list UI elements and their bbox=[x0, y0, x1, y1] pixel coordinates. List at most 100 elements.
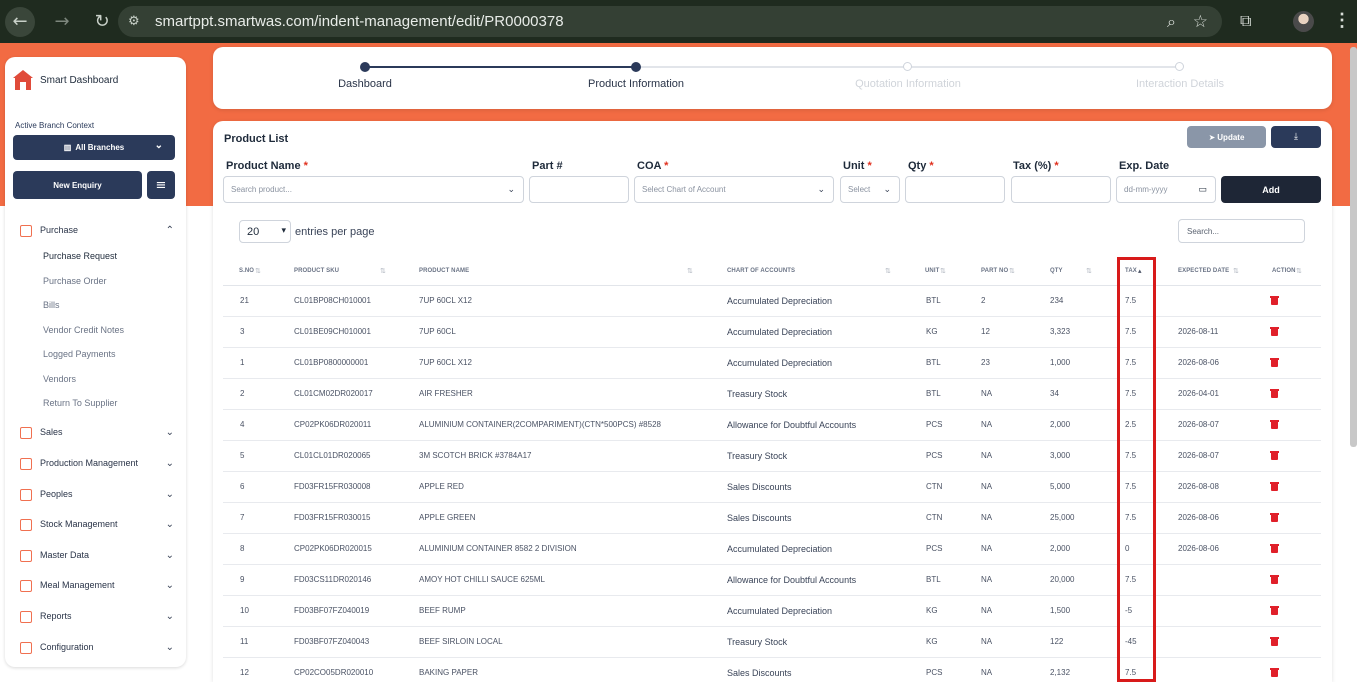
menu-toggle-button[interactable]: ≡ bbox=[147, 171, 175, 199]
back-icon[interactable]: ← bbox=[5, 6, 35, 37]
delete-trash-icon[interactable] bbox=[1270, 451, 1279, 460]
col-expected-date[interactable]: EXPECTED DATE bbox=[1178, 268, 1229, 274]
cell-sku: CL01BE09CH010001 bbox=[294, 327, 371, 336]
sidebar-subitem-return-to-supplier[interactable]: Return To Supplier bbox=[43, 398, 117, 408]
sort-icon[interactable]: ⇅ bbox=[380, 267, 386, 275]
chevron-up-icon: ⌃ bbox=[165, 224, 174, 236]
delete-trash-icon[interactable] bbox=[1270, 606, 1279, 615]
sidebar-item-sales[interactable]: Sales ⌄ bbox=[19, 422, 174, 442]
sidebar-item-purchase[interactable]: Purchase ⌃ bbox=[19, 220, 174, 240]
qty-input[interactable] bbox=[905, 176, 1005, 203]
step-label-product-information[interactable]: Product Information bbox=[536, 78, 736, 90]
cell-sno: 8 bbox=[240, 544, 245, 553]
step-label-interaction-details[interactable]: Interaction Details bbox=[1080, 78, 1280, 90]
url-text[interactable]: smartppt.smartwas.com/indent-management/… bbox=[155, 13, 564, 30]
col-unit[interactable]: UNIT bbox=[925, 268, 939, 274]
reload-icon[interactable]: ↻ bbox=[87, 7, 117, 37]
step-label-dashboard[interactable]: Dashboard bbox=[265, 78, 465, 90]
brand[interactable]: Smart Dashboard bbox=[13, 70, 118, 90]
coa-label: COA * bbox=[637, 160, 669, 172]
sort-icon[interactable]: ⇅ bbox=[1233, 267, 1239, 275]
sort-icon[interactable]: ⇅ bbox=[1296, 267, 1302, 275]
col-action[interactable]: ACTION bbox=[1272, 268, 1296, 274]
sidebar-subitem-logged-payments[interactable]: Logged Payments bbox=[43, 349, 116, 359]
exp-date-input[interactable]: dd-mm-yyyy ▭ bbox=[1116, 176, 1216, 203]
download-button[interactable]: ⤓ bbox=[1271, 126, 1321, 148]
extensions-icon[interactable]: ⧉ bbox=[1240, 11, 1251, 31]
delete-trash-icon[interactable] bbox=[1270, 575, 1279, 584]
unit-select[interactable]: Select ⌄ bbox=[840, 176, 900, 203]
sidebar-subitem-purchase-order[interactable]: Purchase Order bbox=[43, 276, 107, 286]
chevron-down-icon: ⌄ bbox=[817, 184, 825, 194]
entries-select[interactable]: 20 ▾ bbox=[239, 220, 291, 243]
calendar-icon[interactable]: ▭ bbox=[1198, 184, 1207, 195]
product-name-label: Product Name * bbox=[226, 160, 308, 172]
sort-icon[interactable]: ⇅ bbox=[885, 267, 891, 275]
sidebar-subitem-vendor-credit-notes[interactable]: Vendor Credit Notes bbox=[43, 325, 124, 335]
cell-sno: 2 bbox=[240, 389, 245, 398]
delete-trash-icon[interactable] bbox=[1270, 420, 1279, 429]
col-part-no[interactable]: PART NO bbox=[981, 268, 1008, 274]
sort-icon[interactable]: ⇅ bbox=[1009, 267, 1015, 275]
sidebar: Smart Dashboard Active Branch Context ▥ … bbox=[5, 57, 186, 667]
sidebar-item-production-management[interactable]: Production Management ⌄ bbox=[19, 453, 174, 473]
delete-trash-icon[interactable] bbox=[1270, 637, 1279, 646]
cell-sno: 10 bbox=[240, 606, 249, 615]
table-row: 6 FD03FR15FR030008 APPLE RED Sales Discount… bbox=[223, 472, 1321, 503]
tax-input[interactable] bbox=[1011, 176, 1111, 203]
col-chart-of-accounts[interactable]: CHART OF ACCOUNTS bbox=[727, 268, 795, 274]
delete-trash-icon[interactable] bbox=[1270, 358, 1279, 367]
page-scrollbar[interactable] bbox=[1350, 47, 1357, 447]
sort-icon[interactable]: ⇅ bbox=[255, 267, 261, 275]
browser-toolbar: ← → ↻ ⚙ smartppt.smartwas.com/indent-man… bbox=[0, 0, 1357, 43]
step-label-quotation-information[interactable]: Quotation Information bbox=[808, 78, 1008, 90]
delete-trash-icon[interactable] bbox=[1270, 544, 1279, 553]
sidebar-item-label: Meal Management bbox=[40, 580, 115, 590]
add-button[interactable]: Add bbox=[1221, 176, 1321, 203]
zoom-icon[interactable]: ⌕ bbox=[1167, 12, 1176, 32]
sidebar-item-reports[interactable]: Reports ⌄ bbox=[19, 606, 174, 626]
new-enquiry-button[interactable]: New Enquiry bbox=[13, 171, 142, 199]
browser-menu-icon[interactable]: ⋮ bbox=[1333, 10, 1351, 31]
sidebar-item-master-data[interactable]: Master Data ⌄ bbox=[19, 545, 174, 565]
site-settings-icon[interactable]: ⚙ bbox=[128, 14, 148, 29]
col-qty[interactable]: QTY bbox=[1050, 268, 1063, 274]
profile-avatar[interactable] bbox=[1293, 11, 1314, 32]
table-search-input[interactable]: Search... bbox=[1178, 219, 1305, 243]
part-number-input[interactable] bbox=[529, 176, 629, 203]
sidebar-subitem-bills[interactable]: Bills bbox=[43, 300, 60, 310]
chevron-down-icon: ⌄ bbox=[883, 184, 891, 194]
cell-sno: 4 bbox=[240, 420, 245, 429]
col-product-name[interactable]: PRODUCT NAME bbox=[419, 268, 469, 274]
cell-qty: 20,000 bbox=[1050, 575, 1075, 584]
delete-trash-icon[interactable] bbox=[1270, 668, 1279, 677]
update-button[interactable]: ➤ Update bbox=[1187, 126, 1266, 148]
delete-trash-icon[interactable] bbox=[1270, 389, 1279, 398]
delete-trash-icon[interactable] bbox=[1270, 513, 1279, 522]
forward-icon[interactable]: → bbox=[47, 7, 77, 37]
cell-sku: CP02PK06DR020015 bbox=[294, 544, 372, 553]
sidebar-subitem-purchase-request[interactable]: Purchase Request bbox=[43, 251, 117, 261]
address-bar[interactable]: ⚙ smartppt.smartwas.com/indent-managemen… bbox=[118, 6, 1222, 37]
sort-icon[interactable]: ⇅ bbox=[1086, 267, 1092, 275]
cell-unit: PCS bbox=[926, 451, 943, 460]
col-sno[interactable]: S.NO bbox=[239, 268, 254, 274]
sidebar-subitem-vendors[interactable]: Vendors bbox=[43, 374, 76, 384]
bookmark-star-icon[interactable]: ☆ bbox=[1193, 12, 1208, 32]
sidebar-item-stock-management[interactable]: Stock Management ⌄ bbox=[19, 514, 174, 534]
branch-select[interactable]: ▥ All Branches ⌄ bbox=[13, 135, 175, 160]
delete-trash-icon[interactable] bbox=[1270, 482, 1279, 491]
product-search-input[interactable]: Search product... ⌄ bbox=[223, 176, 524, 203]
tax-label: Tax (%) * bbox=[1013, 160, 1059, 172]
delete-trash-icon[interactable] bbox=[1270, 327, 1279, 336]
sidebar-item-peoples[interactable]: Peoples ⌄ bbox=[19, 484, 174, 504]
sidebar-item-meal-management[interactable]: Meal Management ⌄ bbox=[19, 575, 174, 595]
cell-sno: 1 bbox=[240, 358, 245, 367]
sort-icon[interactable]: ⇅ bbox=[687, 267, 693, 275]
sidebar-item-configuration[interactable]: Configuration ⌄ bbox=[19, 637, 174, 657]
coa-select[interactable]: Select Chart of Account ⌄ bbox=[634, 176, 834, 203]
sort-icon[interactable]: ⇅ bbox=[940, 267, 946, 275]
delete-trash-icon[interactable] bbox=[1270, 296, 1279, 305]
col-product-sku[interactable]: PRODUCT SKU bbox=[294, 268, 339, 274]
cell-sno: 12 bbox=[240, 668, 249, 677]
